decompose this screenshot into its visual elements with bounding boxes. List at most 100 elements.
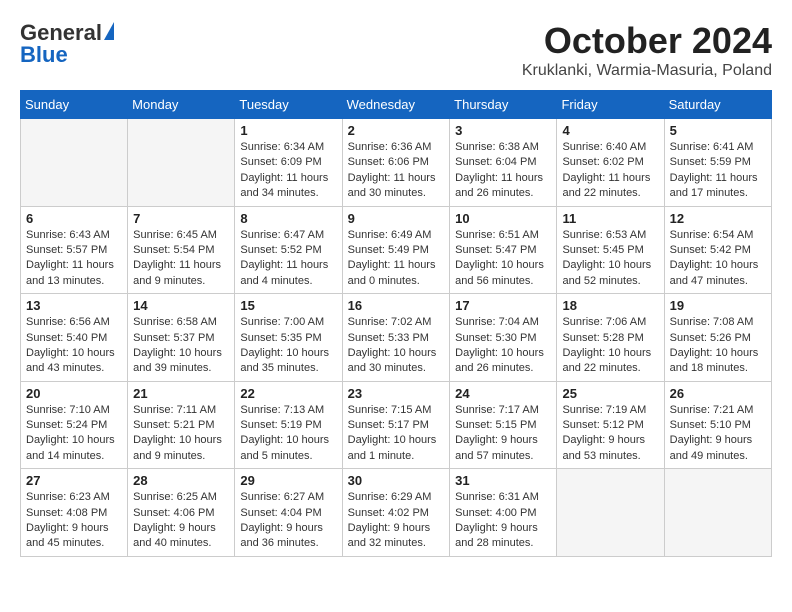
day-info: Sunrise: 7:06 AMSunset: 5:28 PMDaylight:… xyxy=(562,315,658,377)
day-number: 28 xyxy=(133,473,229,488)
day-info: Sunrise: 7:15 AMSunset: 5:17 PMDaylight:… xyxy=(348,403,445,465)
day-info: Sunrise: 6:31 AMSunset: 4:00 PMDaylight:… xyxy=(455,490,551,552)
day-number: 10 xyxy=(455,211,551,226)
calendar-cell: 27 Sunrise: 6:23 AMSunset: 4:08 PMDayligh… xyxy=(21,469,128,557)
calendar-cell: 21 Sunrise: 7:11 AMSunset: 5:21 PMDayligh… xyxy=(128,381,235,469)
day-info: Sunrise: 6:36 AMSunset: 6:06 PMDaylight:… xyxy=(348,140,445,202)
calendar-week-row-4: 27 Sunrise: 6:23 AMSunset: 4:08 PMDayligh… xyxy=(21,469,772,557)
day-number: 1 xyxy=(240,123,336,138)
day-number: 14 xyxy=(133,298,229,313)
calendar-cell: 4 Sunrise: 6:40 AMSunset: 6:02 PMDaylight… xyxy=(557,119,664,207)
day-info: Sunrise: 6:53 AMSunset: 5:45 PMDaylight:… xyxy=(562,228,658,290)
day-info: Sunrise: 6:49 AMSunset: 5:49 PMDaylight:… xyxy=(348,228,445,290)
day-info: Sunrise: 6:51 AMSunset: 5:47 PMDaylight:… xyxy=(455,228,551,290)
calendar-cell: 20Sunrise: 7:10 AMSunset: 5:24 PMDayligh… xyxy=(21,381,128,469)
calendar-cell: 25Sunrise: 7:19 AMSunset: 5:12 PMDayligh… xyxy=(557,381,664,469)
day-number: 23 xyxy=(348,386,445,401)
weekday-header-sunday: Sunday xyxy=(21,91,128,119)
day-info: Sunrise: 6:45 AMSunset: 5:54 PMDaylight:… xyxy=(133,228,229,290)
day-info: Sunrise: 7:11 AMSunset: 5:21 PMDaylight:… xyxy=(133,403,229,465)
day-number: 25 xyxy=(562,386,658,401)
calendar-cell: 1 Sunrise: 6:34 AMSunset: 6:09 PMDaylight… xyxy=(235,119,342,207)
calendar-cell xyxy=(557,469,664,557)
calendar-cell: 31Sunrise: 6:31 AMSunset: 4:00 PMDayligh… xyxy=(450,469,557,557)
page-header: General Blue October 2024 Kruklanki, War… xyxy=(20,20,772,80)
calendar-cell: 29 Sunrise: 6:27 AMSunset: 4:04 PMDayligh… xyxy=(235,469,342,557)
day-number: 26 xyxy=(670,386,766,401)
day-number: 8 xyxy=(240,211,336,226)
calendar-cell: 23 Sunrise: 7:15 AMSunset: 5:17 PMDayligh… xyxy=(342,381,450,469)
location-text: Kruklanki, Warmia-Masuria, Poland xyxy=(522,62,772,80)
day-number: 24 xyxy=(455,386,551,401)
calendar-cell: 12 Sunrise: 6:54 AMSunset: 5:42 PMDayligh… xyxy=(664,206,771,294)
logo-triangle-icon xyxy=(104,22,114,40)
day-number: 16 xyxy=(348,298,445,313)
day-info: Sunrise: 7:08 AMSunset: 5:26 PMDaylight:… xyxy=(670,315,766,377)
day-info: Sunrise: 7:13 AMSunset: 5:19 PMDaylight:… xyxy=(240,403,336,465)
day-number: 21 xyxy=(133,386,229,401)
day-info: Sunrise: 6:34 AMSunset: 6:09 PMDaylight:… xyxy=(240,140,336,202)
calendar-cell: 30Sunrise: 6:29 AMSunset: 4:02 PMDayligh… xyxy=(342,469,450,557)
day-number: 18 xyxy=(562,298,658,313)
weekday-header-wednesday: Wednesday xyxy=(342,91,450,119)
title-block: October 2024 Kruklanki, Warmia-Masuria, … xyxy=(522,20,772,80)
day-number: 15 xyxy=(240,298,336,313)
calendar-cell: 3 Sunrise: 6:38 AMSunset: 6:04 PMDaylight… xyxy=(450,119,557,207)
day-info: Sunrise: 7:17 AMSunset: 5:15 PMDaylight:… xyxy=(455,403,551,465)
calendar-cell: 22Sunrise: 7:13 AMSunset: 5:19 PMDayligh… xyxy=(235,381,342,469)
day-number: 2 xyxy=(348,123,445,138)
calendar-cell: 16 Sunrise: 7:02 AMSunset: 5:33 PMDayligh… xyxy=(342,294,450,382)
day-info: Sunrise: 6:47 AMSunset: 5:52 PMDaylight:… xyxy=(240,228,336,290)
calendar-cell xyxy=(664,469,771,557)
calendar-cell: 2 Sunrise: 6:36 AMSunset: 6:06 PMDaylight… xyxy=(342,119,450,207)
day-info: Sunrise: 7:02 AMSunset: 5:33 PMDaylight:… xyxy=(348,315,445,377)
day-info: Sunrise: 6:29 AMSunset: 4:02 PMDaylight:… xyxy=(348,490,445,552)
calendar-week-row-3: 20Sunrise: 7:10 AMSunset: 5:24 PMDayligh… xyxy=(21,381,772,469)
day-info: Sunrise: 7:21 AMSunset: 5:10 PMDaylight:… xyxy=(670,403,766,465)
calendar-cell: 5 Sunrise: 6:41 AMSunset: 5:59 PMDaylight… xyxy=(664,119,771,207)
calendar-cell: 15 Sunrise: 7:00 AMSunset: 5:35 PMDayligh… xyxy=(235,294,342,382)
day-number: 3 xyxy=(455,123,551,138)
day-number: 19 xyxy=(670,298,766,313)
day-number: 20 xyxy=(26,386,122,401)
day-info: Sunrise: 6:23 AMSunset: 4:08 PMDaylight:… xyxy=(26,490,122,552)
weekday-header-friday: Friday xyxy=(557,91,664,119)
day-number: 6 xyxy=(26,211,122,226)
day-number: 13 xyxy=(26,298,122,313)
calendar-cell: 7Sunrise: 6:45 AMSunset: 5:54 PMDaylight… xyxy=(128,206,235,294)
calendar-cell: 6Sunrise: 6:43 AMSunset: 5:57 PMDaylight… xyxy=(21,206,128,294)
day-info: Sunrise: 6:56 AMSunset: 5:40 PMDaylight:… xyxy=(26,315,122,377)
day-info: Sunrise: 6:38 AMSunset: 6:04 PMDaylight:… xyxy=(455,140,551,202)
day-number: 12 xyxy=(670,211,766,226)
day-info: Sunrise: 6:54 AMSunset: 5:42 PMDaylight:… xyxy=(670,228,766,290)
calendar-week-row-1: 6Sunrise: 6:43 AMSunset: 5:57 PMDaylight… xyxy=(21,206,772,294)
day-number: 27 xyxy=(26,473,122,488)
weekday-header-row: SundayMondayTuesdayWednesdayThursdayFrid… xyxy=(21,91,772,119)
weekday-header-saturday: Saturday xyxy=(664,91,771,119)
calendar-cell: 24 Sunrise: 7:17 AMSunset: 5:15 PMDayligh… xyxy=(450,381,557,469)
day-info: Sunrise: 6:40 AMSunset: 6:02 PMDaylight:… xyxy=(562,140,658,202)
day-number: 9 xyxy=(348,211,445,226)
weekday-header-monday: Monday xyxy=(128,91,235,119)
day-info: Sunrise: 6:27 AMSunset: 4:04 PMDaylight:… xyxy=(240,490,336,552)
weekday-header-thursday: Thursday xyxy=(450,91,557,119)
calendar-cell: 18 Sunrise: 7:06 AMSunset: 5:28 PMDayligh… xyxy=(557,294,664,382)
weekday-header-tuesday: Tuesday xyxy=(235,91,342,119)
logo-blue-text: Blue xyxy=(20,42,68,68)
calendar-cell: 19 Sunrise: 7:08 AMSunset: 5:26 PMDayligh… xyxy=(664,294,771,382)
logo: General Blue xyxy=(20,20,114,68)
calendar-table: SundayMondayTuesdayWednesdayThursdayFrid… xyxy=(20,90,772,557)
day-number: 11 xyxy=(562,211,658,226)
day-number: 29 xyxy=(240,473,336,488)
calendar-cell: 13 Sunrise: 6:56 AMSunset: 5:40 PMDayligh… xyxy=(21,294,128,382)
day-info: Sunrise: 6:41 AMSunset: 5:59 PMDaylight:… xyxy=(670,140,766,202)
calendar-cell xyxy=(128,119,235,207)
day-number: 4 xyxy=(562,123,658,138)
day-info: Sunrise: 7:04 AMSunset: 5:30 PMDaylight:… xyxy=(455,315,551,377)
calendar-cell: 14Sunrise: 6:58 AMSunset: 5:37 PMDayligh… xyxy=(128,294,235,382)
day-info: Sunrise: 7:00 AMSunset: 5:35 PMDaylight:… xyxy=(240,315,336,377)
calendar-cell: 9 Sunrise: 6:49 AMSunset: 5:49 PMDaylight… xyxy=(342,206,450,294)
calendar-cell xyxy=(21,119,128,207)
calendar-cell: 17Sunrise: 7:04 AMSunset: 5:30 PMDayligh… xyxy=(450,294,557,382)
day-number: 5 xyxy=(670,123,766,138)
